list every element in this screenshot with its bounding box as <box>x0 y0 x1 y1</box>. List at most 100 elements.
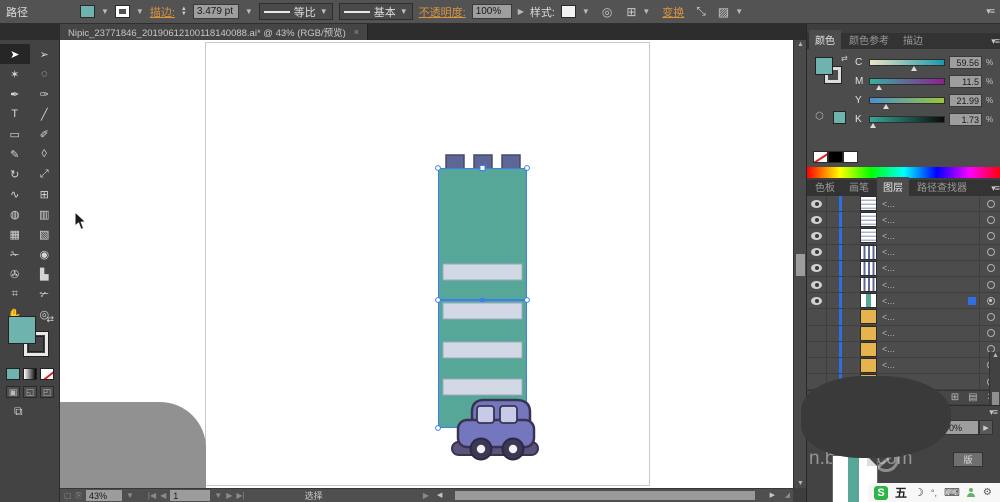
zoom-dropdown-icon[interactable]: ▼ <box>126 491 134 500</box>
stroke-width-dropdown-icon[interactable]: ▼ <box>245 7 253 16</box>
color-tab-2[interactable]: 描边 <box>897 30 929 49</box>
slice-tool[interactable]: ✃ <box>30 284 60 304</box>
slider-marker[interactable] <box>869 120 876 128</box>
mesh-tool[interactable]: ▦ <box>0 224 30 244</box>
blend-tool[interactable]: ◉ <box>30 244 60 264</box>
ime-mode-label[interactable]: 五 <box>895 484 907 501</box>
layer-name[interactable]: <... <box>882 328 979 338</box>
next-artboard-icon[interactable]: ▶ <box>226 491 232 500</box>
panel-swap-icon[interactable]: ⇄ <box>841 54 848 63</box>
line-segment-tool[interactable]: ╱ <box>30 104 60 124</box>
stroke-color-swatch[interactable] <box>114 5 130 18</box>
graph-tool[interactable]: ▥ <box>30 204 60 224</box>
layer-thumbnail[interactable] <box>861 229 876 243</box>
C-value-input[interactable]: 59.56 <box>949 56 982 69</box>
visibility-toggle[interactable] <box>807 196 827 212</box>
target-column[interactable] <box>979 212 1000 228</box>
new-sublayer-icon[interactable]: ⊞ <box>951 392 959 403</box>
target-column[interactable] <box>979 196 1000 212</box>
visibility-toggle[interactable] <box>807 276 827 293</box>
layer-name[interactable]: <... <box>882 296 968 306</box>
lasso-tool[interactable]: ◌ <box>30 64 60 84</box>
layer-name[interactable]: <... <box>882 199 979 209</box>
layer-row[interactable]: <... <box>807 325 1000 342</box>
target-icon[interactable] <box>986 264 995 273</box>
eyedropper-tool[interactable]: ✁ <box>0 244 30 264</box>
draw-normal-button[interactable]: ▣ <box>6 386 20 398</box>
panel-opacity-dropdown-icon[interactable]: ▶ <box>979 420 993 435</box>
target-icon[interactable] <box>986 248 995 257</box>
punctuation-icon[interactable]: °, <box>931 488 937 498</box>
wrench-icon[interactable]: ⚙ <box>983 487 992 498</box>
horizontal-scrollbar[interactable]: ◀ ▶ ◢ <box>433 488 793 502</box>
vertical-scroll-thumb[interactable] <box>796 254 805 276</box>
artboard-tool[interactable]: ⌗ <box>0 284 30 304</box>
symbol-sprayer-tool[interactable]: ✇ <box>0 264 30 284</box>
zoom-level-input[interactable]: 43% <box>85 490 122 501</box>
width-profile-dropdown[interactable]: 等比 ▼ <box>258 3 333 20</box>
layer-thumbnail[interactable] <box>861 245 876 259</box>
layer-name[interactable]: <... <box>882 215 979 225</box>
target-column[interactable] <box>979 228 1000 244</box>
target-icon[interactable] <box>986 312 995 321</box>
layer-name[interactable]: <... <box>882 263 979 273</box>
panel-fill-proxy[interactable] <box>815 57 833 75</box>
scroll-right-icon[interactable]: ▶ <box>770 491 775 499</box>
style-dropdown-icon[interactable]: ▼ <box>582 7 590 16</box>
eraser-tool[interactable]: ◊ <box>30 144 60 164</box>
black-swatch[interactable] <box>828 151 843 163</box>
status-expand-icon[interactable]: ▶ <box>423 491 429 500</box>
K-value-input[interactable]: 1.73 <box>949 113 982 126</box>
opacity-link[interactable]: 不透明度: <box>419 4 466 20</box>
layer-name[interactable]: <... <box>882 360 979 370</box>
draw-inside-button[interactable]: ◰ <box>40 386 54 398</box>
keyboard-icon[interactable]: ⌨ <box>944 486 960 499</box>
layer-thumbnail[interactable] <box>861 278 876 292</box>
layer-thumbnail[interactable] <box>861 197 876 211</box>
visibility-toggle[interactable] <box>807 260 827 276</box>
closest-web-color-swatch[interactable] <box>833 111 846 124</box>
panels-tab-1[interactable]: 画笔 <box>843 177 875 196</box>
layer-name[interactable]: <... <box>882 312 979 322</box>
M-slider[interactable] <box>869 78 945 90</box>
rotate-tool[interactable]: ↻ <box>0 164 30 184</box>
K-slider[interactable] <box>869 116 945 128</box>
layer-name[interactable]: <... <box>882 247 979 257</box>
layers-scroll-up-icon[interactable]: ▲ <box>990 352 1000 359</box>
isolate-object-icon[interactable]: ▨ <box>718 5 729 19</box>
pencil-tool[interactable]: ✎ <box>0 144 30 164</box>
slider-marker[interactable] <box>883 101 890 109</box>
magic-wand-tool[interactable]: ✶ <box>0 64 30 84</box>
transform-link[interactable]: 变换 <box>662 4 684 20</box>
C-slider[interactable] <box>869 59 945 71</box>
type-tool[interactable]: T <box>0 104 30 124</box>
target-icon[interactable] <box>986 199 995 208</box>
fill-stroke-control[interactable]: ⇄ <box>8 314 54 360</box>
layer-thumbnail[interactable] <box>861 326 876 340</box>
color-tab-0[interactable]: 颜色 <box>809 30 841 49</box>
scroll-left-icon[interactable]: ◀ <box>437 491 442 499</box>
artboard-dropdown-icon[interactable]: ▼ <box>214 491 222 500</box>
building-window[interactable] <box>442 341 523 359</box>
target-column[interactable] <box>979 244 1000 260</box>
layer-row[interactable]: <... <box>807 212 1000 229</box>
Y-slider[interactable] <box>869 97 945 109</box>
draw-behind-button[interactable]: ◱ <box>23 386 37 398</box>
visibility-toggle[interactable] <box>807 357 827 374</box>
visibility-toggle[interactable] <box>807 309 827 325</box>
target-icon[interactable] <box>986 231 995 240</box>
opacity-dropdown-icon[interactable]: ▶ <box>518 7 524 16</box>
column-graph-tool[interactable]: ▙ <box>30 264 60 284</box>
brush-definition-dropdown[interactable]: 基本 ▼ <box>338 3 413 20</box>
visibility-toggle[interactable] <box>807 244 827 260</box>
panels-menu-icon[interactable]: ▾≡ <box>991 183 1000 194</box>
target-column[interactable] <box>979 325 1000 341</box>
shape-builder-tool[interactable]: ◍ <box>0 204 30 224</box>
first-artboard-icon[interactable]: |◀ <box>148 491 156 500</box>
new-layer-icon[interactable]: ▤ <box>968 392 977 403</box>
layer-thumbnail[interactable] <box>861 261 876 275</box>
recolor-artwork-icon[interactable]: ◎ <box>602 5 612 19</box>
target-icon[interactable] <box>986 215 995 224</box>
align-icon[interactable]: ⊞ <box>626 5 636 19</box>
close-tab-icon[interactable]: × <box>354 27 359 37</box>
